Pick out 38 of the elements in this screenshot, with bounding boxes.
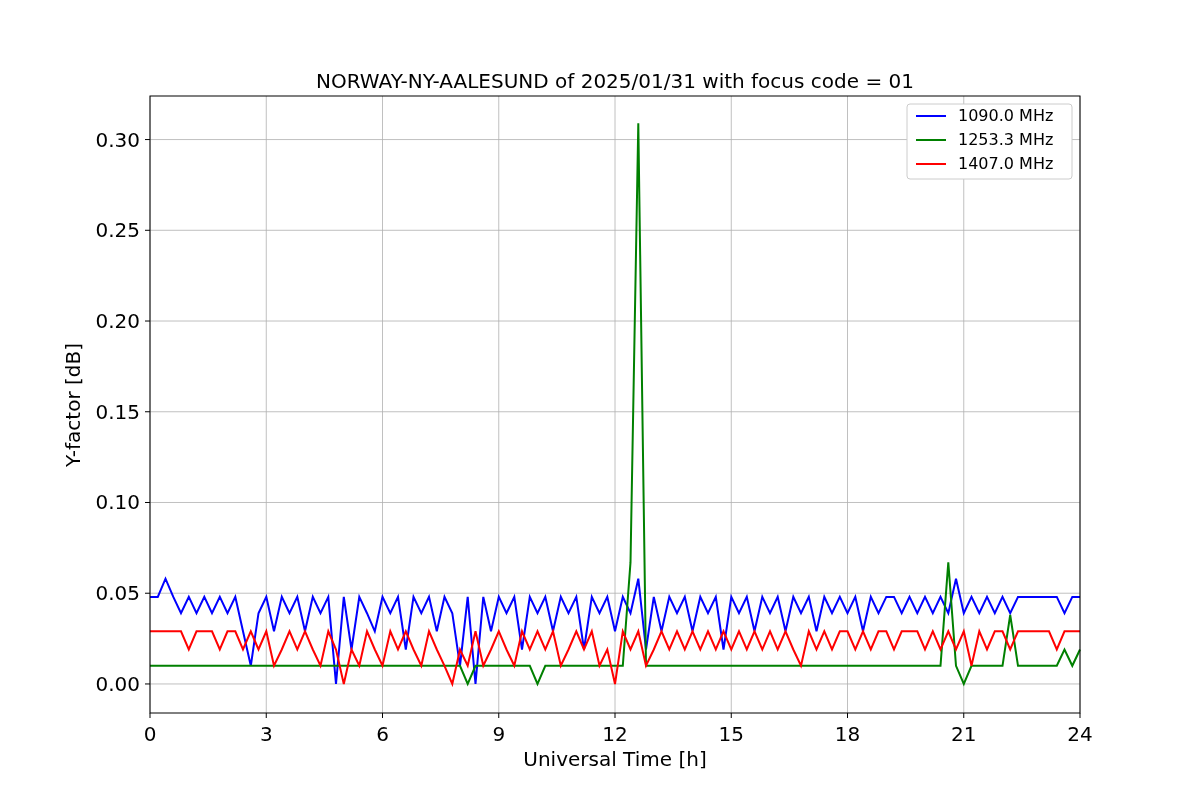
tick-mark	[498, 712, 500, 719]
legend-label: 1090.0 MHz	[958, 106, 1054, 125]
tick-mark	[144, 229, 151, 231]
tick-mark	[144, 502, 151, 503]
x-tick-label: 9	[492, 722, 506, 746]
x-tick-label: 12	[602, 722, 628, 746]
y-tick-label: 0.15	[95, 399, 140, 424]
x-tick-label: 3	[259, 722, 273, 746]
y-tick-label: 0.20	[95, 309, 140, 333]
x-tick-label: 6	[376, 722, 389, 746]
tick-mark	[963, 712, 965, 719]
tick-mark	[614, 712, 616, 719]
tick-mark	[1079, 712, 1081, 719]
x-tick-label: 21	[951, 722, 977, 746]
tick-mark	[847, 712, 848, 719]
tick-mark	[144, 683, 151, 685]
tick-mark	[144, 592, 151, 594]
y-tick-label: 0.25	[95, 218, 140, 243]
tick-mark	[149, 712, 151, 719]
tick-mark	[265, 712, 267, 719]
x-tick-label: 15	[718, 722, 744, 746]
tick-mark	[144, 411, 151, 413]
y-tick-label: 0.00	[95, 671, 140, 696]
y-tick-label: 0.05	[95, 581, 140, 606]
x-tick-label: 24	[1067, 722, 1093, 746]
x-tick-label: 0	[143, 722, 157, 746]
tick-mark	[730, 712, 732, 719]
y-axis-label: Y-factor [dB]	[61, 343, 85, 467]
chart-title: NORWAY-NY-AALESUND of 2025/01/31 with focus code = 01	[316, 69, 914, 93]
x-tick-label: 18	[834, 722, 861, 746]
y-tick-label: 0.30	[95, 127, 140, 152]
x-axis-label: Universal Time [h]	[523, 747, 707, 771]
tick-mark	[144, 139, 151, 141]
legend-label: 1407.0 MHz	[958, 154, 1054, 173]
legend-label: 1253.3 MHz	[958, 130, 1054, 149]
y-tick-label: 0.10	[95, 490, 140, 515]
tick-mark	[382, 712, 383, 719]
tick-mark	[144, 320, 151, 322]
